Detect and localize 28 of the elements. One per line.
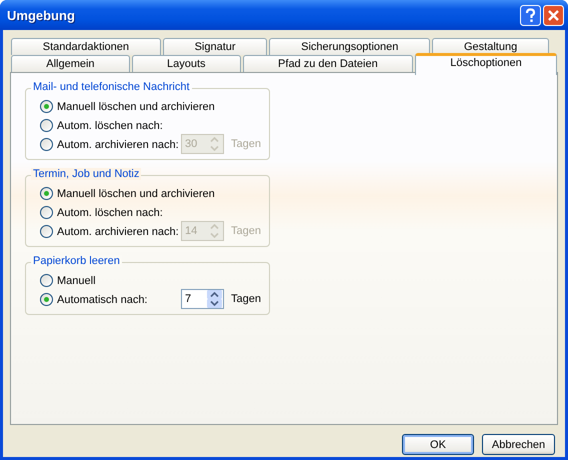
tab[interactable]: Layouts [132,55,241,72]
unit-label: Tagen [231,293,261,305]
tab[interactable]: Signatur [162,38,268,55]
spinner-value: 14 [185,225,198,237]
radio-label[interactable]: Autom. archivieren nach: [57,226,179,238]
radio-label[interactable]: Manuell löschen und archivieren [57,188,215,200]
tab[interactable]: Pfad zu den Dateien [242,55,413,72]
radio-label[interactable]: Automatisch nach: [57,294,148,306]
radio-label[interactable]: Manuell [57,274,96,286]
group-title: Papierkorb leeren [31,255,122,267]
radio-label[interactable]: Autom. archivieren nach: [57,138,179,150]
tab[interactable]: Allgemein [11,55,130,72]
tab[interactable]: Sicherungsoptionen [269,38,430,55]
radio-label[interactable]: Autom. löschen nach: [57,206,163,218]
window-title: Umgebung [7,8,75,22]
radio-label[interactable]: Autom. löschen nach: [57,120,163,132]
spinner-value: 30 [185,138,198,150]
tab[interactable]: Standardaktionen [11,38,161,55]
unit-label: Tagen [231,138,261,150]
unit-label: Tagen [231,225,261,237]
radio-label[interactable]: Manuell löschen und archivieren [57,100,215,112]
dialog-button[interactable]: Abbrechen [482,434,555,455]
spinner-value: 7 [185,293,192,305]
group-title: Termin, Job und Notiz [31,168,142,180]
tab[interactable]: Löschoptionen [414,53,558,75]
number-spinner[interactable]: 7 [181,289,224,309]
dialog-button[interactable]: OK [402,434,474,455]
group-title: Mail- und telefonische Nachricht [31,81,192,93]
